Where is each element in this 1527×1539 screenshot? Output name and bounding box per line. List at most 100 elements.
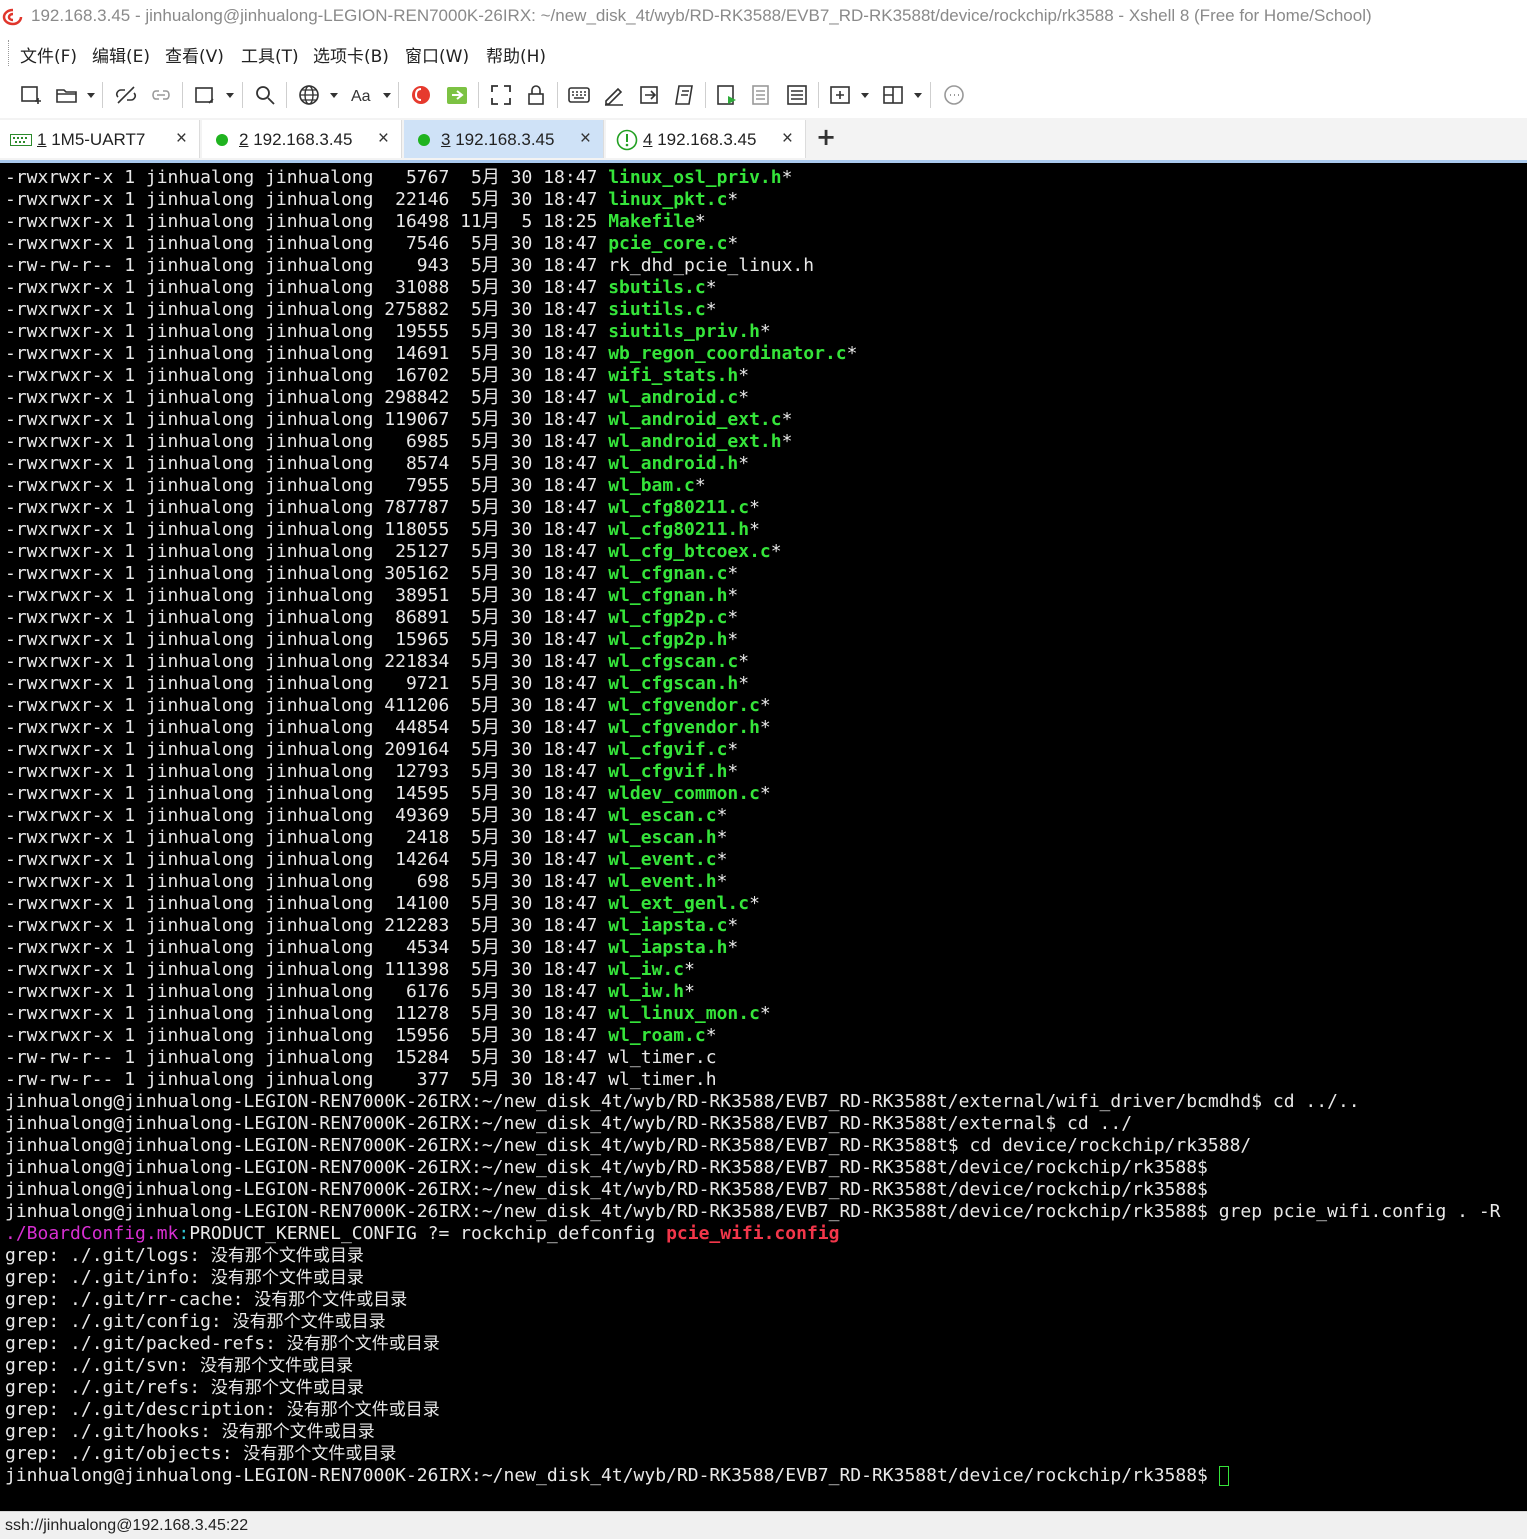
new-session-icon[interactable]	[16, 80, 46, 110]
exec-marker: *	[781, 431, 793, 452]
file-meta: -rwxrwxr-x 1 jinhualong jinhualong 698 5…	[5, 871, 609, 892]
globe-icon[interactable]	[294, 80, 324, 110]
command-line: jinhualong@jinhualong-LEGION-REN7000K-26…	[5, 1157, 1208, 1179]
xftp-icon[interactable]	[442, 80, 472, 110]
new-window-icon[interactable]	[190, 80, 220, 110]
window-title: 192.168.3.45 - jinhualong@jinhualong-LEG…	[31, 6, 1372, 25]
tab-name: 192.168.3.45	[657, 130, 757, 149]
file-name: wl_iw.c	[608, 959, 685, 980]
open-session-icon[interactable]	[52, 80, 82, 110]
listing-line: -rwxrwxr-x 1 jinhualong jinhualong 38951…	[5, 585, 738, 607]
exec-marker: *	[738, 365, 750, 386]
command-line: jinhualong@jinhualong-LEGION-REN7000K-26…	[5, 1179, 1208, 1201]
file-meta: -rwxrwxr-x 1 jinhualong jinhualong 14691…	[5, 343, 609, 364]
command-text: jinhualong@jinhualong-LEGION-REN7000K-26…	[5, 1113, 1133, 1134]
fullscreen-icon[interactable]	[486, 80, 516, 110]
chevron-down-icon[interactable]	[382, 90, 392, 100]
chevron-down-icon[interactable]	[860, 90, 870, 100]
tab-1[interactable]: 1 1M5-UART7 ×	[0, 120, 200, 158]
tab-2[interactable]: 2 192.168.3.45 ×	[202, 120, 402, 158]
error-message: 没有那个文件或目录	[286, 1400, 440, 1420]
font-icon[interactable]: Aa	[347, 80, 377, 110]
exec-marker: *	[749, 497, 760, 518]
add-pane-icon[interactable]	[825, 80, 855, 110]
keyboard-icon[interactable]	[564, 80, 594, 110]
menu-help[interactable]: 帮助(H)	[486, 42, 546, 67]
file-meta: -rwxrwxr-x 1 jinhualong jinhualong 14100…	[5, 893, 609, 914]
close-icon[interactable]: ×	[378, 128, 389, 150]
file-meta: -rwxrwxr-x 1 jinhualong jinhualong 6985 …	[5, 431, 609, 452]
transfer-icon[interactable]	[634, 80, 664, 110]
listing-line: -rwxrwxr-x 1 jinhualong jinhualong 41120…	[5, 695, 771, 717]
notes-icon[interactable]	[782, 80, 812, 110]
chevron-down-icon[interactable]	[225, 90, 235, 100]
listing-line: -rwxrwxr-x 1 jinhualong jinhualong 9721 …	[5, 673, 749, 695]
exec-marker: *	[781, 167, 793, 188]
file-meta: -rwxrwxr-x 1 jinhualong jinhualong 7546 …	[5, 233, 609, 254]
exec-marker: *	[770, 541, 782, 562]
error-prefix: grep: ./.git/hooks:	[5, 1421, 222, 1442]
menu-view[interactable]: 查看(V)	[165, 42, 224, 67]
close-icon[interactable]: ×	[782, 128, 793, 150]
menu-edit[interactable]: 编辑(E)	[92, 42, 150, 67]
grep-error-line: grep: ./.git/refs: 没有那个文件或目录	[5, 1377, 364, 1399]
file-meta: -rwxrwxr-x 1 jinhualong jinhualong 5767 …	[5, 167, 609, 188]
xshell-logo-icon[interactable]	[406, 80, 436, 110]
chat-icon[interactable]	[939, 80, 969, 110]
close-icon[interactable]: ×	[176, 128, 187, 150]
tab-name: 1M5-UART7	[51, 130, 146, 149]
chevron-down-icon[interactable]	[913, 90, 923, 100]
compose-bar-icon[interactable]	[747, 80, 777, 110]
lock-icon[interactable]	[521, 80, 551, 110]
file-meta: -rw-rw-r-- 1 jinhualong jinhualong 15284…	[5, 1047, 609, 1068]
file-meta: -rwxrwxr-x 1 jinhualong jinhualong 7955 …	[5, 475, 609, 496]
tab-3[interactable]: 3 192.168.3.45 ×	[404, 120, 604, 158]
disconnect-icon[interactable]	[111, 80, 141, 110]
tab-name: 192.168.3.45	[253, 130, 353, 149]
layout-icon[interactable]	[878, 80, 908, 110]
file-meta: -rwxrwxr-x 1 jinhualong jinhualong 41120…	[5, 695, 609, 716]
menu-tools[interactable]: 工具(T)	[241, 42, 299, 67]
xshell-app-icon	[2, 8, 23, 26]
exec-marker: *	[727, 937, 739, 958]
listing-line: -rwxrwxr-x 1 jinhualong jinhualong 7546 …	[5, 233, 738, 255]
exec-marker: *	[694, 211, 706, 232]
tab-4[interactable]: 4 192.168.3.45 ×	[606, 120, 806, 158]
file-name: wl_cfgvendor.h	[608, 717, 760, 738]
menu-window[interactable]: 窗口(W)	[405, 42, 469, 67]
file-name: siutils.c	[608, 299, 706, 320]
terminal-view[interactable]: -rwxrwxr-x 1 jinhualong jinhualong 5767 …	[0, 163, 1527, 1511]
chevron-down-icon[interactable]	[86, 90, 96, 100]
compose-icon[interactable]	[712, 80, 742, 110]
listing-line: -rwxrwxr-x 1 jinhualong jinhualong 27588…	[5, 299, 717, 321]
command-line: jinhualong@jinhualong-LEGION-REN7000K-26…	[5, 1201, 1501, 1223]
find-icon[interactable]	[250, 80, 280, 110]
highlight-icon[interactable]	[599, 80, 629, 110]
match-separator: :	[178, 1223, 190, 1244]
file-meta: -rwxrwxr-x 1 jinhualong jinhualong 11805…	[5, 519, 609, 540]
file-meta: -rwxrwxr-x 1 jinhualong jinhualong 2418 …	[5, 827, 609, 848]
exec-marker: *	[694, 475, 706, 496]
menu-tabs[interactable]: 选项卡(B)	[313, 42, 389, 67]
menu-file[interactable]: 文件(F)	[20, 42, 77, 67]
listing-line: -rwxrwxr-x 1 jinhualong jinhualong 31088…	[5, 277, 717, 299]
script-icon[interactable]	[669, 80, 699, 110]
toolbar-separator	[182, 82, 183, 108]
close-icon[interactable]: ×	[580, 128, 591, 150]
listing-line: -rwxrwxr-x 1 jinhualong jinhualong 15965…	[5, 629, 738, 651]
error-prefix: grep: ./.git/config:	[5, 1311, 233, 1332]
listing-line: -rw-rw-r-- 1 jinhualong jinhualong 943 5…	[5, 255, 814, 277]
add-tab-icon[interactable]: +	[816, 123, 836, 151]
exec-marker: *	[846, 343, 858, 364]
exec-marker: *	[727, 629, 739, 650]
toolbar-separator	[705, 82, 706, 108]
reconnect-icon[interactable]	[146, 80, 176, 110]
tab-number: 2	[239, 130, 249, 149]
listing-line: -rwxrwxr-x 1 jinhualong jinhualong 12793…	[5, 761, 738, 783]
listing-line: -rwxrwxr-x 1 jinhualong jinhualong 19555…	[5, 321, 771, 343]
file-name: wl_iapsta.h	[608, 937, 728, 958]
chevron-down-icon[interactable]	[329, 90, 339, 100]
listing-line: -rwxrwxr-x 1 jinhualong jinhualong 20916…	[5, 739, 738, 761]
listing-line: -rwxrwxr-x 1 jinhualong jinhualong 7955 …	[5, 475, 706, 497]
file-meta: -rwxrwxr-x 1 jinhualong jinhualong 16702…	[5, 365, 609, 386]
